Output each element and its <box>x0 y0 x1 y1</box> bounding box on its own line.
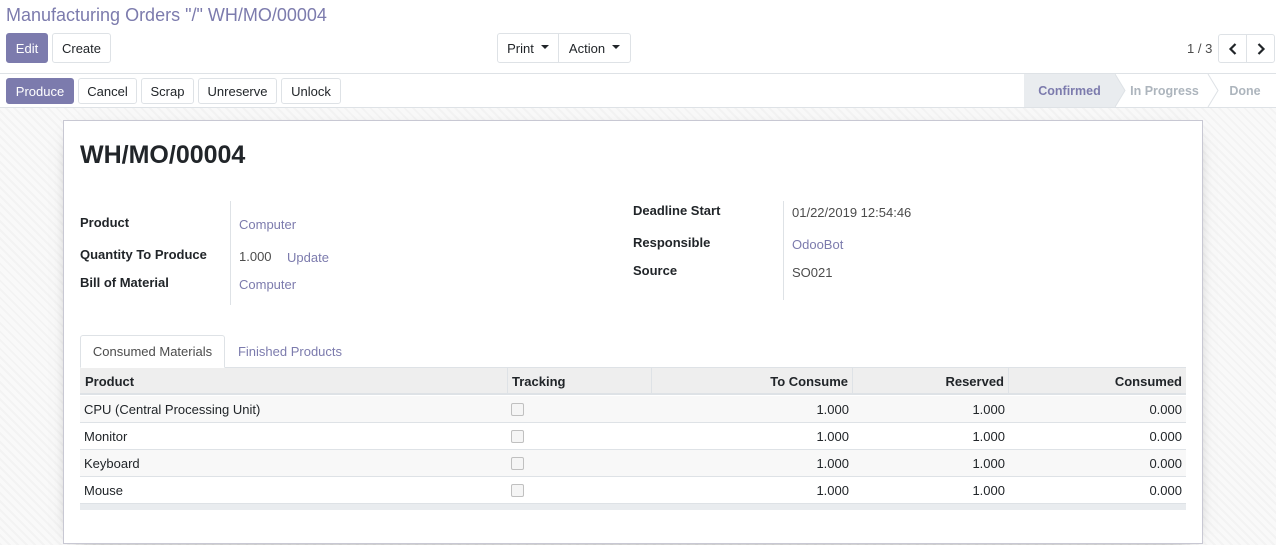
print-label: Print <box>507 40 534 56</box>
tracking-checkbox <box>511 430 524 443</box>
deadline-label: Deadline Start <box>633 203 721 218</box>
unreserve-button[interactable]: Unreserve <box>198 78 277 104</box>
caret-down-icon <box>612 45 621 49</box>
control-panel: Manufacturing Orders "/" WH/MO/00004 Edi… <box>0 0 1276 74</box>
column-consumed[interactable]: Consumed <box>1009 368 1186 395</box>
row-to-consume: 1.000 <box>816 456 849 471</box>
row-to-consume: 1.000 <box>816 402 849 417</box>
column-tracking[interactable]: Tracking <box>508 368 652 395</box>
table-header: Product Tracking To Consume Reserved Con… <box>80 368 1186 395</box>
source-label: Source <box>633 263 678 278</box>
product-value[interactable]: Computer <box>239 217 296 232</box>
row-consumed: 0.000 <box>1149 429 1182 444</box>
tracking-checkbox <box>511 403 524 416</box>
bom-value[interactable]: Computer <box>239 277 296 292</box>
bom-label: Bill of Material <box>80 275 169 290</box>
tab-consumed-materials[interactable]: Consumed Materials <box>80 335 225 368</box>
pager-previous-button[interactable] <box>1218 34 1247 63</box>
caret-down-icon <box>540 45 549 49</box>
row-product: Monitor <box>84 429 128 444</box>
row-product: Mouse <box>84 483 124 498</box>
row-to-consume: 1.000 <box>816 429 849 444</box>
column-to-consume[interactable]: To Consume <box>652 368 853 395</box>
edit-button[interactable]: Edit <box>6 33 48 63</box>
source-value: SO021 <box>792 265 833 280</box>
print-dropdown[interactable]: Print <box>497 33 559 63</box>
table-row[interactable]: Mouse 1.000 1.000 0.000 <box>80 477 1186 504</box>
create-button[interactable]: Create <box>52 33 111 63</box>
row-reserved: 1.000 <box>972 483 1005 498</box>
table-footer <box>80 504 1186 510</box>
cancel-button[interactable]: Cancel <box>78 78 137 104</box>
record-title: WH/MO/00004 <box>80 141 246 169</box>
deadline-value: 01/22/2019 12:54:46 <box>792 205 912 220</box>
table-row[interactable]: Keyboard 1.000 1.000 0.000 <box>80 450 1186 477</box>
table-row[interactable]: Monitor 1.000 1.000 0.000 <box>80 423 1186 450</box>
product-label: Product <box>80 215 130 230</box>
row-product: Keyboard <box>84 456 140 471</box>
action-label: Action <box>568 40 606 56</box>
responsible-label: Responsible <box>633 235 711 250</box>
pager-next-button[interactable] <box>1246 34 1275 63</box>
stage-in-progress[interactable]: In Progress <box>1123 74 1206 107</box>
action-dropdown[interactable]: Action <box>558 33 631 63</box>
row-reserved: 1.000 <box>972 402 1005 417</box>
stage-confirmed: Confirmed <box>1024 74 1115 107</box>
tracking-checkbox <box>511 484 524 497</box>
pager-value[interactable]: 1 / 3 <box>1187 41 1212 56</box>
table-row[interactable]: CPU (Central Processing Unit) 1.000 1.00… <box>80 396 1186 423</box>
qty-value: 1.000 <box>239 249 272 264</box>
field-divider <box>230 201 231 305</box>
row-reserved: 1.000 <box>972 456 1005 471</box>
column-product[interactable]: Product <box>80 368 508 395</box>
qty-update-button[interactable]: Update <box>287 250 329 265</box>
scrap-button[interactable]: Scrap <box>141 78 194 104</box>
row-reserved: 1.000 <box>972 429 1005 444</box>
row-consumed: 0.000 <box>1149 483 1182 498</box>
row-to-consume: 1.000 <box>816 483 849 498</box>
breadcrumb[interactable]: Manufacturing Orders "/" WH/MO/00004 <box>6 5 327 26</box>
tracking-checkbox <box>511 457 524 470</box>
stage-done[interactable]: Done <box>1218 74 1272 107</box>
responsible-value[interactable]: OdooBot <box>792 237 843 252</box>
field-divider <box>783 201 784 300</box>
chevron-left-icon <box>1228 42 1236 55</box>
row-consumed: 0.000 <box>1149 402 1182 417</box>
chevron-right-icon <box>1257 42 1265 55</box>
qty-label: Quantity To Produce <box>80 247 207 262</box>
unlock-button[interactable]: Unlock <box>281 78 341 104</box>
statusbar: Produce Cancel Scrap Unreserve Unlock Co… <box>0 74 1276 108</box>
produce-button[interactable]: Produce <box>6 78 74 104</box>
column-reserved[interactable]: Reserved <box>853 368 1009 395</box>
tab-finished-products[interactable]: Finished Products <box>226 335 354 368</box>
row-product: CPU (Central Processing Unit) <box>84 402 261 417</box>
row-consumed: 0.000 <box>1149 456 1182 471</box>
